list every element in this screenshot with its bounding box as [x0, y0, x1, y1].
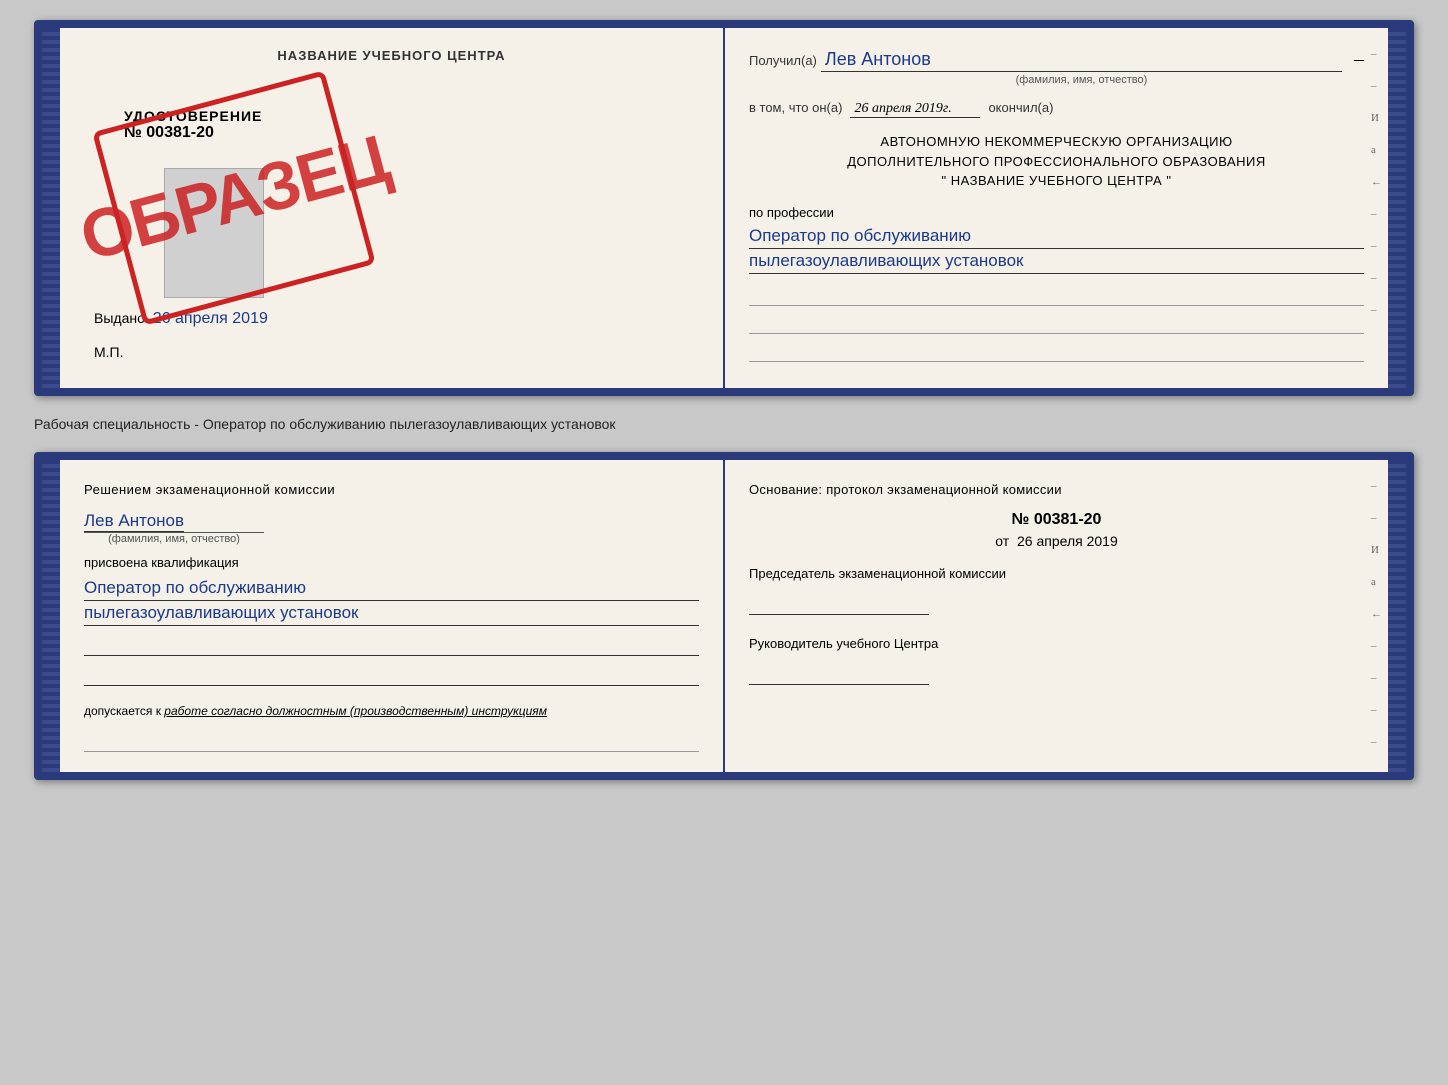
decision-name: Лев Антонов	[84, 511, 184, 532]
basis-block: Основание: протокол экзаменационной коми…	[749, 480, 1364, 501]
director-block: Руководитель учебного Центра	[749, 635, 1364, 685]
director-signature-line	[749, 657, 929, 685]
org-line2: ДОПОЛНИТЕЛЬНОГО ПРОФЕССИОНАЛЬНОГО ОБРАЗО…	[749, 152, 1364, 172]
book-spine-left-2	[42, 460, 60, 772]
director-label: Руководитель учебного Центра	[749, 635, 1364, 653]
book-spine-right-2	[1388, 460, 1406, 772]
blank-line-3	[84, 730, 699, 752]
book-spine-left-1	[42, 28, 60, 388]
empty-line-3	[749, 340, 1364, 362]
date-prefix: в том, что он(а)	[749, 100, 842, 115]
empty-line-1	[749, 284, 1364, 306]
decision-name-subtext: (фамилия, имя, отчество)	[84, 532, 264, 545]
допускается-prefix: допускается к	[84, 704, 161, 718]
qualification-line2: пылегазоулавливающих установок	[84, 603, 699, 626]
decision-block: Решением экзаменационной комиссии	[84, 480, 699, 501]
book1-left-page: НАЗВАНИЕ УЧЕБНОГО ЦЕНТРА ОБРАЗЕЦ УДОСТОВ…	[60, 28, 725, 388]
org-block: АВТОНОМНУЮ НЕКОММЕРЧЕСКУЮ ОРГАНИЗАЦИЮ ДО…	[749, 132, 1364, 191]
protocol-date: от 26 апреля 2019	[749, 533, 1364, 549]
blank-line-1	[84, 634, 699, 656]
chairman-label: Председатель экзаменационной комиссии	[749, 565, 1364, 583]
qualification-label: присвоена квалификация	[84, 555, 699, 570]
book2-left-page: Решением экзаменационной комиссии Лев Ан…	[60, 460, 725, 772]
profession-line2: пылегазоулавливающих установок	[749, 251, 1364, 274]
specialty-label: Рабочая специальность - Оператор по обсл…	[34, 416, 1414, 432]
mp-label: М.П.	[94, 344, 124, 360]
basis-text: Основание: протокол экзаменационной коми…	[749, 482, 1062, 497]
chairman-block: Председатель экзаменационной комиссии	[749, 565, 1364, 615]
protocol-date-prefix: от	[995, 533, 1009, 549]
org-line1: АВТОНОМНУЮ НЕКОММЕРЧЕСКУЮ ОРГАНИЗАЦИЮ	[749, 132, 1364, 152]
cert-title: НАЗВАНИЕ УЧЕБНОГО ЦЕНТРА	[84, 48, 699, 63]
stamp-text: ОБРАЗЕЦ	[74, 125, 395, 272]
profession-label: по профессии	[749, 205, 1364, 220]
recipient-prefix: Получил(а)	[749, 53, 817, 68]
book2-right-page: Основание: протокол экзаменационной коми…	[725, 460, 1388, 772]
date-line: в том, что он(а) 26 апреля 2019г. окончи…	[749, 100, 1364, 118]
protocol-number: № 00381-20	[749, 511, 1364, 529]
protocol-date-value: 26 апреля 2019	[1017, 533, 1118, 549]
chairman-signature-line	[749, 587, 929, 615]
date-value: 26 апреля 2019г.	[850, 101, 980, 118]
empty-line-2	[749, 312, 1364, 334]
blank-line-2	[84, 664, 699, 686]
допускается-block: допускается к работе согласно должностны…	[84, 702, 699, 720]
sidebar-marks-1: – – И а ← – – – –	[1371, 48, 1382, 316]
recipient-subtext: (фамилия, имя, отчество)	[821, 74, 1342, 86]
qualification-line1: Оператор по обслуживанию	[84, 578, 699, 601]
book1-right-page: Получил(а) Лев Антонов (фамилия, имя, от…	[725, 28, 1388, 388]
org-line3: " НАЗВАНИЕ УЧЕБНОГО ЦЕНТРА "	[749, 171, 1364, 191]
profession-line1: Оператор по обслуживанию	[749, 226, 1364, 249]
certificate-book-1: НАЗВАНИЕ УЧЕБНОГО ЦЕНТРА ОБРАЗЕЦ УДОСТОВ…	[34, 20, 1414, 396]
recipient-line: Получил(а) Лев Антонов (фамилия, имя, от…	[749, 48, 1364, 86]
decision-name-block: Лев Антонов (фамилия, имя, отчество)	[84, 507, 699, 545]
certificate-book-2: Решением экзаменационной комиссии Лев Ан…	[34, 452, 1414, 780]
decision-text: Решением экзаменационной комиссии	[84, 482, 335, 497]
date-suffix: окончил(а)	[988, 100, 1053, 115]
recipient-name: Лев Антонов	[821, 49, 1342, 72]
book-spine-right-1	[1388, 28, 1406, 388]
sidebar-marks-2: – – И а ← – – – –	[1371, 480, 1382, 748]
допускается-value: работе согласно должностным (производств…	[164, 704, 547, 718]
